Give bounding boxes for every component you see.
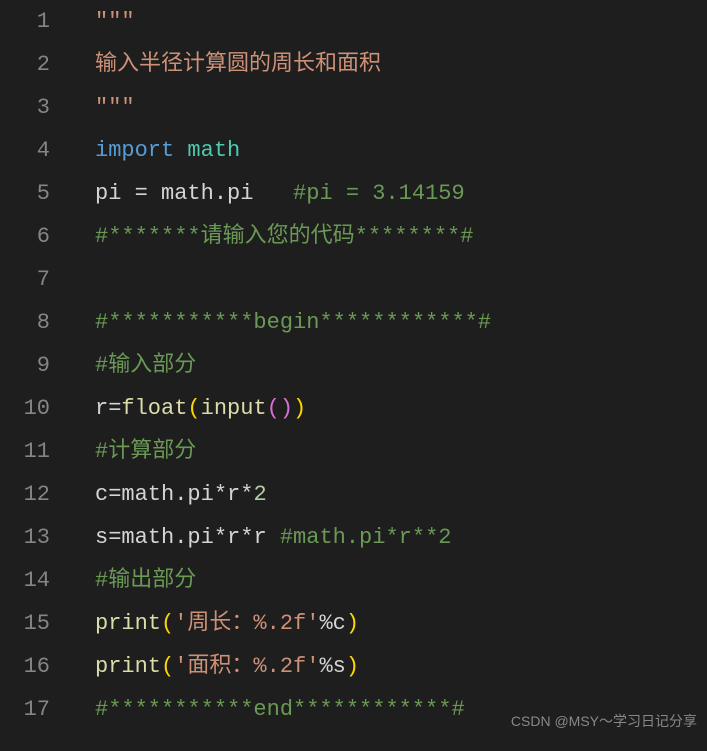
dot-token: . [174, 525, 187, 550]
comment-token: #pi = 3.14159 [293, 181, 465, 206]
code-line[interactable]: s=math.pi*r*r #math.pi*r**2 [95, 516, 707, 559]
code-line[interactable] [95, 258, 707, 301]
line-number: 1 [0, 0, 50, 43]
operator-token: = [108, 396, 121, 421]
builtin-token: input [201, 396, 267, 421]
var-token: pi [95, 181, 135, 206]
line-number: 6 [0, 215, 50, 258]
comment-token: #输入部分 [95, 353, 196, 378]
attr-token: pi [187, 525, 213, 550]
code-editor[interactable]: 1 2 3 4 5 6 7 8 9 10 11 12 13 14 15 16 1… [0, 0, 707, 751]
var-token: r [95, 396, 108, 421]
module-token: math [121, 482, 174, 507]
string-token: '周长：%.2f' [174, 611, 319, 636]
operator-token: % [319, 611, 332, 636]
code-line[interactable]: c=math.pi*r*2 [95, 473, 707, 516]
var-token: r [227, 525, 240, 550]
paren-token: ) [346, 654, 359, 679]
operator-token: * [214, 525, 227, 550]
line-number: 14 [0, 559, 50, 602]
line-number: 11 [0, 430, 50, 473]
comment-token: #输出部分 [95, 568, 196, 593]
line-number: 5 [0, 172, 50, 215]
operator-token: * [214, 482, 227, 507]
paren-token: ) [293, 396, 306, 421]
line-number: 7 [0, 258, 50, 301]
code-line[interactable]: """ [95, 86, 707, 129]
code-line[interactable]: print('面积：%.2f'%s) [95, 645, 707, 688]
comment-token: #计算部分 [95, 439, 196, 464]
operator-token: * [240, 482, 253, 507]
line-number: 8 [0, 301, 50, 344]
var-token: c [333, 611, 346, 636]
dot-token: . [174, 482, 187, 507]
code-line[interactable]: #输出部分 [95, 559, 707, 602]
builtin-token: print [95, 654, 161, 679]
code-line[interactable]: #输入部分 [95, 344, 707, 387]
module-token: math [121, 525, 174, 550]
paren-token: ( [267, 396, 280, 421]
line-number: 10 [0, 387, 50, 430]
code-content[interactable]: """ 输入半径计算圆的周长和面积 """ import math pi = m… [70, 0, 707, 751]
line-number: 2 [0, 43, 50, 86]
line-number: 9 [0, 344, 50, 387]
operator-token: = [108, 482, 121, 507]
paren-token: ) [280, 396, 293, 421]
comment-token: #math.pi*r**2 [280, 525, 452, 550]
attr-token: pi [227, 181, 253, 206]
operator-token: = [108, 525, 121, 550]
builtin-token: float [121, 396, 187, 421]
module-token: math [174, 138, 240, 163]
operator-token: * [240, 525, 253, 550]
var-token: s [333, 654, 346, 679]
line-number: 3 [0, 86, 50, 129]
line-number: 12 [0, 473, 50, 516]
comment-token: #***********begin************# [95, 310, 491, 335]
code-line[interactable]: 输入半径计算圆的周长和面积 [95, 43, 707, 86]
operator-token: = [135, 181, 148, 206]
module-token: math [148, 181, 214, 206]
paren-token: ( [161, 654, 174, 679]
comment-token: #*******请输入您的代码********# [95, 224, 473, 249]
attr-token: pi [187, 482, 213, 507]
line-number: 17 [0, 688, 50, 731]
code-line[interactable]: import math [95, 129, 707, 172]
dot-token: . [214, 181, 227, 206]
code-line[interactable]: #计算部分 [95, 430, 707, 473]
watermark-text: CSDN @MSY～学习日记分享 [511, 700, 697, 743]
number-token: 2 [253, 482, 266, 507]
builtin-token: print [95, 611, 161, 636]
paren-token: ) [346, 611, 359, 636]
line-number: 13 [0, 516, 50, 559]
line-number: 15 [0, 602, 50, 645]
code-line[interactable]: pi = math.pi #pi = 3.14159 [95, 172, 707, 215]
docstring-token: """ [95, 9, 135, 34]
line-number: 16 [0, 645, 50, 688]
var-token: c [95, 482, 108, 507]
paren-token: ( [187, 396, 200, 421]
comment-token: #***********end************# [95, 697, 465, 722]
code-line[interactable]: """ [95, 0, 707, 43]
var-token: r [227, 482, 240, 507]
docstring-token: """ [95, 95, 135, 120]
operator-token: % [319, 654, 332, 679]
docstring-token: 输入半径计算圆的周长和面积 [95, 52, 381, 77]
keyword-token: import [95, 138, 174, 163]
space-token [253, 181, 293, 206]
line-number: 4 [0, 129, 50, 172]
string-token: '面积：%.2f' [174, 654, 319, 679]
code-line[interactable]: r=float(input()) [95, 387, 707, 430]
code-line[interactable]: #***********begin************# [95, 301, 707, 344]
space-token [267, 525, 280, 550]
paren-token: ( [161, 611, 174, 636]
code-line[interactable]: print('周长：%.2f'%c) [95, 602, 707, 645]
var-token: r [253, 525, 266, 550]
var-token: s [95, 525, 108, 550]
line-number-gutter: 1 2 3 4 5 6 7 8 9 10 11 12 13 14 15 16 1… [0, 0, 70, 751]
code-line[interactable]: #*******请输入您的代码********# [95, 215, 707, 258]
